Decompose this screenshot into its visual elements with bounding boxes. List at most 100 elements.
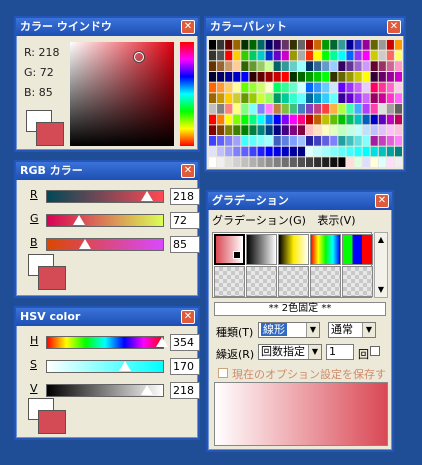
close-icon[interactable]: ✕ bbox=[181, 310, 195, 324]
palette-swatch[interactable] bbox=[306, 125, 314, 135]
g-value-field[interactable]: 72 bbox=[170, 212, 200, 229]
palette-swatch[interactable] bbox=[265, 104, 273, 114]
v-value-field[interactable]: 218 bbox=[170, 382, 200, 399]
palette-swatch[interactable] bbox=[362, 72, 370, 82]
palette-swatch[interactable] bbox=[394, 136, 402, 146]
palette-swatch[interactable] bbox=[362, 40, 370, 50]
palette-swatch[interactable] bbox=[257, 72, 265, 82]
palette-swatch[interactable] bbox=[257, 82, 265, 93]
palette-swatch[interactable] bbox=[394, 50, 402, 61]
palette-swatch[interactable] bbox=[306, 40, 314, 50]
palette-swatch[interactable] bbox=[265, 125, 273, 135]
palette-swatch[interactable] bbox=[257, 61, 265, 71]
palette-swatch[interactable] bbox=[338, 40, 346, 50]
palette-swatch[interactable] bbox=[370, 72, 378, 82]
palette-swatch[interactable] bbox=[217, 125, 225, 135]
palette-swatch[interactable] bbox=[322, 104, 330, 114]
palette-swatch[interactable] bbox=[241, 93, 249, 103]
palette-swatch[interactable] bbox=[297, 136, 305, 146]
palette-swatch[interactable] bbox=[273, 125, 281, 135]
palette-swatch[interactable] bbox=[338, 136, 346, 146]
palette-swatch[interactable] bbox=[322, 40, 330, 50]
scroll-up-icon[interactable]: ▲ bbox=[375, 233, 387, 247]
palette-swatch[interactable] bbox=[289, 136, 297, 146]
palette-swatch[interactable] bbox=[322, 136, 330, 146]
gradient-preset-transparent-5[interactable] bbox=[342, 266, 373, 297]
palette-swatch[interactable] bbox=[362, 136, 370, 146]
palette-swatch[interactable] bbox=[273, 72, 281, 82]
palette-swatch[interactable] bbox=[338, 93, 346, 103]
palette-swatch[interactable] bbox=[362, 82, 370, 93]
palette-swatch[interactable] bbox=[233, 125, 241, 135]
palette-swatch[interactable] bbox=[257, 146, 265, 157]
palette-swatch[interactable] bbox=[281, 61, 289, 71]
color-palette-grid[interactable] bbox=[209, 40, 403, 168]
palette-swatch[interactable] bbox=[209, 157, 217, 167]
palette-swatch[interactable] bbox=[322, 157, 330, 167]
palette-swatch[interactable] bbox=[273, 40, 281, 50]
palette-swatch[interactable] bbox=[378, 125, 386, 135]
palette-swatch[interactable] bbox=[338, 72, 346, 82]
palette-swatch[interactable] bbox=[322, 93, 330, 103]
hsv-window-titlebar[interactable]: HSV color ✕ bbox=[16, 308, 198, 326]
palette-swatch[interactable] bbox=[249, 125, 257, 135]
palette-swatch[interactable] bbox=[394, 82, 402, 93]
palette-swatch[interactable] bbox=[362, 114, 370, 125]
r-slider-handle[interactable] bbox=[140, 191, 153, 201]
palette-swatch[interactable] bbox=[330, 40, 338, 50]
palette-swatch[interactable] bbox=[289, 125, 297, 135]
close-icon[interactable]: ✕ bbox=[387, 20, 401, 34]
palette-swatch[interactable] bbox=[249, 93, 257, 103]
palette-swatch[interactable] bbox=[297, 125, 305, 135]
palette-swatch[interactable] bbox=[225, 82, 233, 93]
close-icon[interactable]: ✕ bbox=[181, 20, 195, 34]
palette-swatch[interactable] bbox=[225, 50, 233, 61]
palette-swatch[interactable] bbox=[257, 40, 265, 50]
g-slider[interactable] bbox=[46, 214, 164, 227]
palette-swatch[interactable] bbox=[354, 114, 362, 125]
palette-swatch[interactable] bbox=[217, 72, 225, 82]
palette-swatch[interactable] bbox=[281, 157, 289, 167]
palette-swatch[interactable] bbox=[241, 40, 249, 50]
palette-swatch[interactable] bbox=[306, 136, 314, 146]
gradient-preset-rainbow[interactable] bbox=[310, 234, 341, 265]
palette-swatch[interactable] bbox=[265, 157, 273, 167]
palette-swatch[interactable] bbox=[297, 93, 305, 103]
palette-swatch[interactable] bbox=[297, 72, 305, 82]
palette-swatch[interactable] bbox=[225, 40, 233, 50]
palette-swatch[interactable] bbox=[346, 104, 354, 114]
palette-swatch[interactable] bbox=[273, 136, 281, 146]
palette-swatch[interactable] bbox=[273, 146, 281, 157]
palette-swatch[interactable] bbox=[338, 61, 346, 71]
palette-swatch[interactable] bbox=[330, 136, 338, 146]
palette-swatch[interactable] bbox=[362, 146, 370, 157]
palette-swatch[interactable] bbox=[338, 157, 346, 167]
palette-swatch[interactable] bbox=[257, 136, 265, 146]
palette-swatch[interactable] bbox=[314, 61, 322, 71]
palette-swatch[interactable] bbox=[338, 82, 346, 93]
palette-swatch[interactable] bbox=[314, 157, 322, 167]
palette-swatch[interactable] bbox=[249, 82, 257, 93]
palette-swatch[interactable] bbox=[378, 40, 386, 50]
palette-swatch[interactable] bbox=[217, 82, 225, 93]
palette-swatch[interactable] bbox=[306, 93, 314, 103]
gradient-preset-transparent-2[interactable] bbox=[246, 266, 277, 297]
palette-swatch[interactable] bbox=[346, 40, 354, 50]
repeat-select[interactable]: 回数指定 ▼ bbox=[258, 344, 322, 360]
palette-swatch[interactable] bbox=[217, 40, 225, 50]
palette-swatch[interactable] bbox=[249, 40, 257, 50]
palette-swatch[interactable] bbox=[297, 40, 305, 50]
palette-swatch[interactable] bbox=[394, 72, 402, 82]
palette-swatch[interactable] bbox=[386, 82, 394, 93]
palette-swatch[interactable] bbox=[265, 146, 273, 157]
palette-swatch[interactable] bbox=[370, 136, 378, 146]
palette-swatch[interactable] bbox=[225, 146, 233, 157]
palette-swatch[interactable] bbox=[281, 114, 289, 125]
palette-swatch[interactable] bbox=[265, 50, 273, 61]
palette-swatch[interactable] bbox=[281, 82, 289, 93]
palette-swatch[interactable] bbox=[330, 114, 338, 125]
palette-swatch[interactable] bbox=[386, 72, 394, 82]
palette-swatch[interactable] bbox=[297, 61, 305, 71]
palette-swatch[interactable] bbox=[297, 114, 305, 125]
menu-gradation[interactable]: グラデーション(G) bbox=[212, 214, 306, 227]
